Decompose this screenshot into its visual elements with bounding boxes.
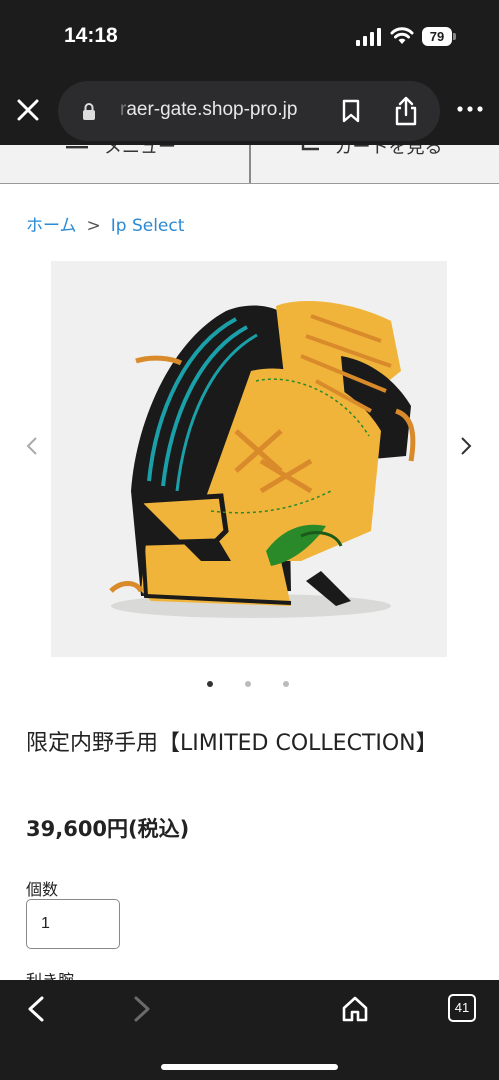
breadcrumb: ホーム > Ip Select: [26, 211, 184, 236]
forward-icon[interactable]: [130, 994, 154, 1024]
browser-address-bar: raer-gate.shop-pro.jp: [0, 75, 499, 145]
back-icon[interactable]: [24, 994, 48, 1024]
cart-label: カートを見る: [334, 145, 443, 158]
tabs-button[interactable]: 41: [448, 994, 476, 1022]
product-title: 限定内野手用【LIMITED COLLECTION】: [26, 731, 438, 756]
quantity-label: 個数: [26, 880, 59, 899]
lock-icon: [83, 103, 95, 120]
hamburger-icon: [66, 146, 88, 149]
home-indicator: [161, 1064, 338, 1070]
cellular-signal-icon: [356, 28, 381, 46]
view-cart-button[interactable]: カートを見る: [250, 145, 499, 183]
cart-icon: [301, 145, 319, 151]
more-options-icon[interactable]: [456, 103, 484, 115]
battery-level: 79: [422, 27, 452, 46]
breadcrumb-home-link[interactable]: ホーム: [26, 216, 77, 236]
menu-label: メニュー: [104, 145, 176, 158]
bookmark-icon[interactable]: [340, 99, 362, 123]
gallery-dots: [0, 678, 499, 690]
url-field[interactable]: raer-gate.shop-pro.jp: [58, 81, 440, 141]
close-icon[interactable]: [14, 96, 42, 124]
battery-icon: 79: [422, 27, 456, 46]
breadcrumb-separator: >: [86, 216, 101, 236]
browser-toolbar: 41: [0, 980, 499, 1080]
wifi-icon: [390, 27, 414, 44]
home-icon[interactable]: [340, 994, 370, 1024]
web-content: メニュー カートを見る ホーム > Ip Select 限定内野手用【LIMIT…: [0, 145, 499, 980]
glove-illustration: [109, 301, 416, 618]
menu-button[interactable]: メニュー: [0, 145, 251, 183]
product-image[interactable]: [51, 261, 447, 657]
quantity-input[interactable]: 1: [26, 899, 120, 949]
site-nav: メニュー カートを見る: [0, 145, 499, 184]
breadcrumb-category-link[interactable]: Ip Select: [111, 216, 185, 236]
gallery-next-arrow-icon[interactable]: [456, 435, 476, 457]
share-icon[interactable]: [392, 95, 420, 127]
dominant-hand-label: 利き腕: [26, 967, 74, 980]
gallery-dot[interactable]: [283, 681, 289, 687]
gallery-dot[interactable]: [207, 681, 213, 687]
url-text-domain: aer-gate.shop-pro.jp: [126, 99, 298, 120]
status-bar: 14:18 79: [0, 0, 499, 75]
status-time: 14:18: [64, 24, 118, 47]
gallery-dot[interactable]: [245, 681, 251, 687]
product-price: 39,600円(税込): [26, 817, 190, 841]
gallery-prev-arrow-icon[interactable]: [22, 435, 42, 457]
